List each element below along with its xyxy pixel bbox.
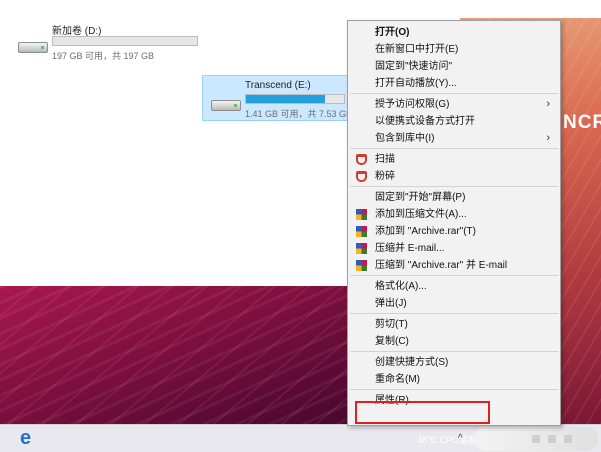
menu-item-label: 打开自动播放(Y)...	[375, 78, 457, 89]
menu-item-22[interactable]: 复制(C)	[348, 333, 560, 350]
menu-separator	[350, 93, 558, 94]
drive-d-info: 197 GB 可用，共 197 GB	[52, 51, 155, 61]
drive-e-info: 1.41 GB 可用，共 7.53 GB	[245, 109, 349, 119]
drive-icon	[211, 100, 241, 111]
menu-item-0[interactable]: 打开(O)	[348, 24, 560, 41]
menu-item-label: 以便携式设备方式打开	[375, 116, 475, 127]
menu-item-label: 弹出(J)	[375, 298, 407, 309]
menu-item-label: 扫描	[375, 154, 395, 165]
menu-separator	[350, 186, 558, 187]
menu-item-19[interactable]: 弹出(J)	[348, 295, 560, 312]
shield-icon	[356, 154, 367, 165]
submenu-arrow-icon: ›	[546, 132, 550, 144]
menu-item-label: 压缩到 "Archive.rar" 并 E-mail	[375, 260, 508, 271]
menu-item-label: 固定到"开始"屏幕(P)	[375, 192, 466, 203]
menu-item-5[interactable]: 授予访问权限(G) ›	[348, 96, 560, 113]
drive-d-name: 新加卷 (D:)	[52, 26, 102, 37]
drive-d[interactable]: 新加卷 (D:) 197 GB 可用，共 197 GB	[10, 18, 200, 64]
winrar-icon	[356, 260, 367, 271]
winrar-icon	[356, 226, 367, 237]
menu-separator	[350, 389, 558, 390]
menu-item-label: 复制(C)	[375, 336, 409, 347]
menu-item-14[interactable]: 添加到 "Archive.rar"(T)	[348, 223, 560, 240]
drive-e-usage-fill	[246, 95, 326, 103]
menu-item-label: 创建快捷方式(S)	[375, 357, 449, 368]
menu-item-1[interactable]: 在新窗口中打开(E)	[348, 41, 560, 58]
menu-item-label: 剪切(T)	[375, 319, 408, 330]
menu-item-label: 在新窗口中打开(E)	[375, 44, 459, 55]
menu-item-24[interactable]: 创建快捷方式(S)	[348, 354, 560, 371]
winrar-icon	[356, 209, 367, 220]
menu-item-label: 粉碎	[375, 171, 395, 182]
menu-item-13[interactable]: 添加到压缩文件(A)...	[348, 206, 560, 223]
menu-separator	[350, 351, 558, 352]
menu-item-12[interactable]: 固定到"开始"屏幕(P)	[348, 189, 560, 206]
drive-e[interactable]: Transcend (E:) 1.41 GB 可用，共 7.53 GB	[202, 75, 350, 121]
menu-item-label: 添加到压缩文件(A)...	[375, 209, 467, 220]
menu-separator	[350, 313, 558, 314]
menu-item-2[interactable]: 固定到"快速访问"	[348, 58, 560, 75]
menu-item-18[interactable]: 格式化(A)...	[348, 278, 560, 295]
menu-item-10[interactable]: 粉碎	[348, 168, 560, 185]
drive-d-usage-bar	[52, 36, 198, 46]
tray-icons-blurred	[474, 427, 598, 451]
menu-item-27[interactable]: 属性(R)	[348, 392, 560, 409]
menu-item-3[interactable]: 打开自动播放(Y)...	[348, 75, 560, 92]
drive-e-name: Transcend (E:)	[245, 80, 311, 91]
menu-item-label: 添加到 "Archive.rar"(T)	[375, 226, 476, 237]
menu-item-label: 固定到"快速访问"	[375, 61, 453, 72]
menu-item-label: 授予访问权限(G)	[375, 99, 450, 110]
menu-item-label: 重命名(M)	[375, 374, 420, 385]
menu-item-7[interactable]: 包含到库中(I) ›	[348, 130, 560, 147]
context-menu: 打开(O) 在新窗口中打开(E) 固定到"快速访问" 打开自动播放(Y)... 授予访问…	[347, 20, 561, 426]
menu-item-21[interactable]: 剪切(T)	[348, 316, 560, 333]
drive-icon	[18, 42, 48, 53]
menu-item-label: 包含到库中(I)	[375, 133, 435, 144]
winrar-icon	[356, 243, 367, 254]
menu-item-6[interactable]: 以便携式设备方式打开	[348, 113, 560, 130]
menu-item-label: 打开(O)	[375, 27, 410, 38]
wallpaper-brand-text: NCR	[563, 112, 601, 133]
menu-item-15[interactable]: 压缩并 E-mail...	[348, 240, 560, 257]
menu-item-25[interactable]: 重命名(M)	[348, 371, 560, 388]
submenu-arrow-icon: ›	[546, 98, 550, 110]
shield-icon	[356, 171, 367, 182]
menu-item-16[interactable]: 压缩到 "Archive.rar" 并 E-mail	[348, 257, 560, 274]
menu-separator	[350, 275, 558, 276]
menu-item-9[interactable]: 扫描	[348, 151, 560, 168]
menu-item-label: 属性(R)	[375, 395, 409, 406]
menu-separator	[350, 148, 558, 149]
menu-item-label: 压缩并 E-mail...	[375, 243, 445, 254]
menu-item-label: 格式化(A)...	[375, 281, 427, 292]
edge-browser-icon[interactable]: e	[20, 428, 31, 448]
cpu-temperature-text: 48℃ CPU温度	[417, 435, 477, 445]
tray-chevron-icon[interactable]: ^	[458, 433, 463, 444]
taskbar: e 48℃ CPU温度 ^	[0, 424, 601, 452]
drive-e-usage-bar	[245, 94, 345, 104]
